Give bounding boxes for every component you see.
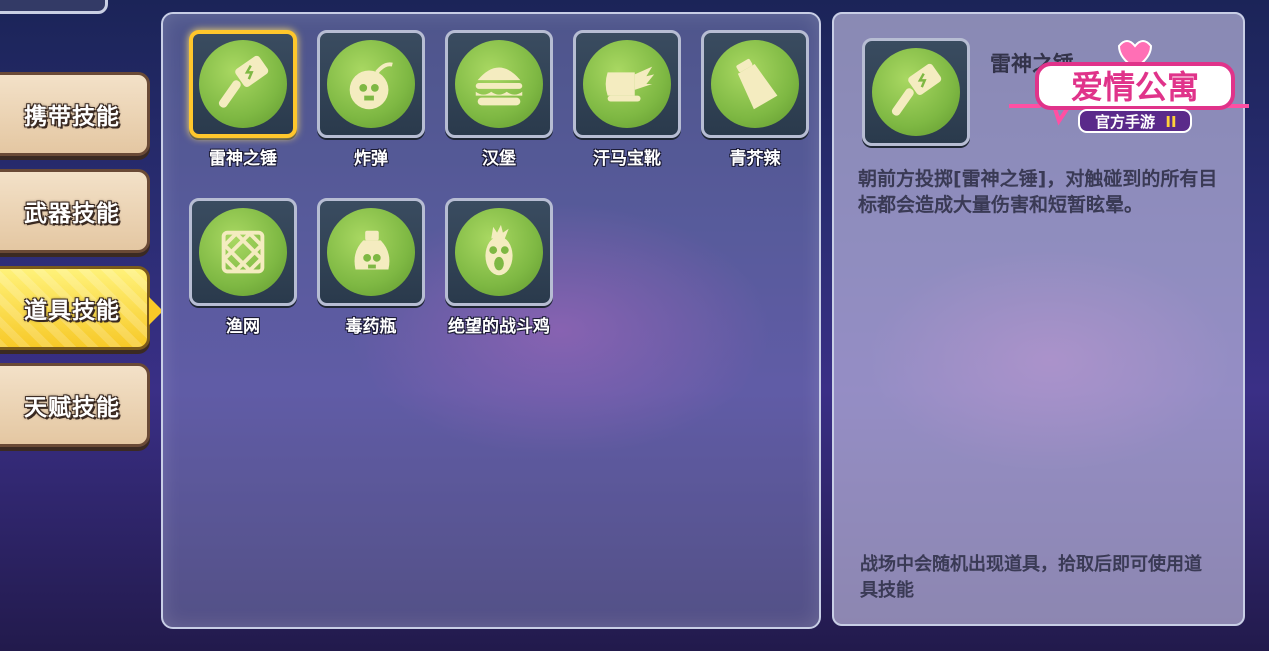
skill-name: 青芥辣 [729, 149, 781, 169]
logo-title: 爱情公寓 [1071, 68, 1199, 106]
selected-skill-frame [862, 38, 970, 146]
skill-name: 雷神之锤 [209, 149, 277, 169]
poison-bottle-icon [354, 230, 390, 270]
skill-detail-panel: 雷神之锤 爱情公寓 官方手游 II 朝前方投掷[雷神之锤]，对触碰到的所有目标都… [832, 12, 1249, 626]
skill-slot-burger[interactable]: 汉堡 [443, 30, 555, 169]
skill-name: 渔网 [226, 317, 260, 337]
skill-frame [701, 30, 809, 138]
tab-talent-skills[interactable]: 天赋技能 [0, 363, 150, 447]
tab-label: 武器技能 [24, 201, 120, 227]
tab-label: 携带技能 [24, 104, 120, 130]
hammer-icon [218, 55, 269, 108]
skill-grid-panel: 雷神之锤 炸弹 汉堡 汗马宝靴 青芥辣 渔网 毒药瓶 绝望的战斗鸡 [161, 12, 821, 629]
skill-frame [317, 198, 425, 306]
skill-slot-thor-hammer[interactable]: 雷神之锤 [187, 30, 299, 169]
skill-slot-fishing-net[interactable]: 渔网 [187, 198, 299, 337]
skill-name: 汗马宝靴 [593, 149, 661, 169]
tab-item-skills[interactable]: 道具技能 [0, 266, 163, 350]
skill-slot-wasabi[interactable]: 青芥辣 [699, 30, 811, 169]
burger-icon [475, 67, 523, 106]
logo-subtitle: 官方手游 [1095, 113, 1155, 131]
fishing-net-icon [221, 230, 265, 274]
game-logo: 爱情公寓 官方手游 II [1009, 40, 1249, 133]
top-back-button[interactable] [0, 0, 108, 14]
hammer-icon [891, 63, 942, 116]
skill-slot-battle-chicken[interactable]: 绝望的战斗鸡 [443, 198, 555, 337]
bomb-icon [349, 62, 393, 110]
battle-chicken-icon [485, 224, 513, 276]
wasabi-tube-icon [736, 59, 778, 110]
skill-slot-bomb[interactable]: 炸弹 [315, 30, 427, 169]
skill-description: 朝前方投掷[雷神之锤]，对触碰到的所有目标都会造成大量伤害和短暂眩晕。 [858, 168, 1218, 216]
skill-name: 汉堡 [482, 149, 516, 169]
skill-name: 绝望的战斗鸡 [448, 317, 550, 337]
skill-frame [445, 198, 553, 306]
skill-name: 炸弹 [354, 149, 388, 169]
winged-boot-icon [605, 66, 655, 102]
skill-slot-winged-boots[interactable]: 汗马宝靴 [571, 30, 683, 169]
skill-name: 毒药瓶 [345, 317, 397, 337]
skill-frame [573, 30, 681, 138]
item-skill-tip: 战场中会随机出现道具，拾取后即可使用道具技能 [860, 554, 1202, 601]
tab-label: 道具技能 [24, 298, 120, 324]
logo-badge: II [1165, 113, 1176, 131]
skill-slot-poison-bottle[interactable]: 毒药瓶 [315, 198, 427, 337]
tab-weapon-skills[interactable]: 武器技能 [0, 169, 150, 253]
skill-frame [445, 30, 553, 138]
skill-frame [189, 30, 297, 138]
skill-frame [317, 30, 425, 138]
tab-carry-skills[interactable]: 携带技能 [0, 72, 150, 156]
tab-label: 天赋技能 [24, 395, 120, 421]
skill-frame [189, 198, 297, 306]
